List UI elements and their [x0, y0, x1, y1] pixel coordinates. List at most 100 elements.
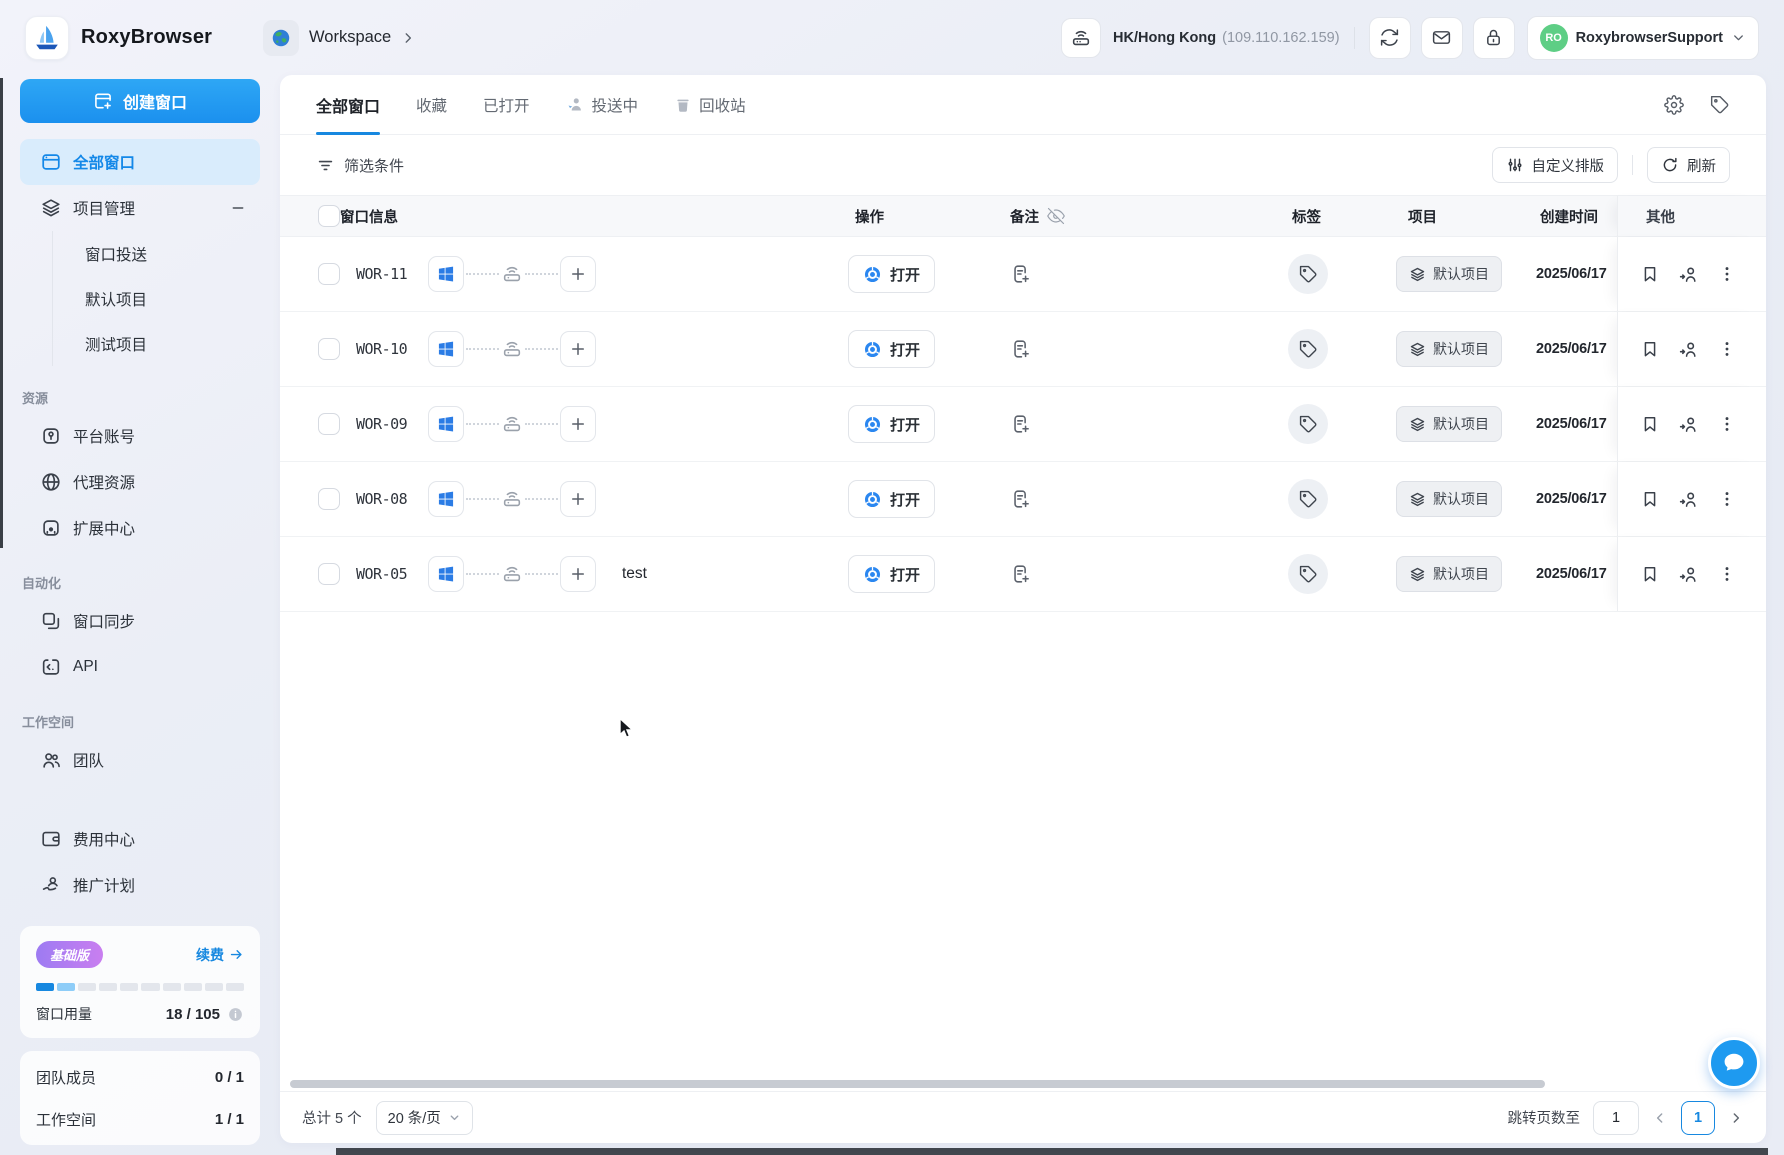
sidebar-item-project-mgmt[interactable]: 项目管理	[20, 185, 260, 231]
lock-button[interactable]	[1472, 16, 1515, 59]
sliders-icon	[1508, 158, 1521, 172]
collapse-minus-icon[interactable]	[230, 200, 246, 216]
project-badge[interactable]: 默认项目	[1396, 256, 1502, 292]
add-proxy-button[interactable]	[560, 331, 596, 367]
sync-button[interactable]	[1368, 16, 1411, 59]
sidebar-item-default-project[interactable]: 默认项目	[53, 276, 260, 321]
sidebar-item-team[interactable]: 团队	[20, 737, 260, 783]
bookmark-icon[interactable]	[1640, 564, 1660, 584]
transfer-user-icon[interactable]	[1678, 339, 1699, 360]
add-proxy-button[interactable]	[560, 481, 596, 517]
renew-link[interactable]: 续费	[196, 945, 244, 965]
transfer-user-icon[interactable]	[1678, 264, 1699, 285]
sidebar-item-platform-accounts[interactable]: 平台账号	[20, 413, 260, 459]
tab-recycle-bin[interactable]: 回收站	[674, 75, 746, 134]
tag-button[interactable]	[1288, 554, 1328, 594]
jump-page-input[interactable]	[1593, 1100, 1639, 1135]
row-checkbox[interactable]	[318, 263, 340, 285]
sidebar-item-all-windows[interactable]: 全部窗口	[20, 139, 260, 185]
add-note-icon[interactable]	[1010, 338, 1032, 360]
col-action: 操作	[855, 209, 884, 226]
page-size-value: 20 条/页	[387, 1111, 441, 1127]
open-window-button[interactable]: 打开	[848, 330, 936, 368]
more-actions-icon[interactable]	[1717, 339, 1737, 359]
messages-button[interactable]	[1420, 16, 1463, 59]
next-page-button[interactable]	[1728, 1110, 1744, 1126]
tag-manage-icon[interactable]	[1710, 95, 1730, 115]
sidebar-item-billing-center[interactable]: 费用中心	[20, 816, 260, 862]
create-window-button[interactable]: 创建窗口	[20, 79, 260, 123]
add-note-icon[interactable]	[1010, 563, 1032, 585]
page-size-select[interactable]: 20 条/页	[375, 1100, 473, 1135]
current-page-button[interactable]: 1	[1681, 1100, 1715, 1135]
project-badge[interactable]: 默认项目	[1396, 331, 1502, 367]
settings-gear-icon[interactable]	[1664, 94, 1684, 115]
sidebar-item-proxy-resources[interactable]: 代理资源	[20, 459, 260, 505]
open-window-button[interactable]: 打开	[848, 255, 936, 293]
bookmark-icon[interactable]	[1640, 489, 1660, 509]
row-checkbox[interactable]	[318, 413, 340, 435]
add-proxy-button[interactable]	[560, 556, 596, 592]
support-chat-button[interactable]	[1708, 1037, 1760, 1089]
tab-label: 收藏	[416, 97, 448, 115]
more-actions-icon[interactable]	[1717, 564, 1737, 584]
proxy-router-icon	[1072, 30, 1090, 45]
chrome-icon	[864, 491, 881, 507]
sidebar-item-extension-center[interactable]: 扩展中心	[20, 505, 260, 551]
more-actions-icon[interactable]	[1717, 264, 1737, 284]
tab-dispatching[interactable]: 投送中	[566, 75, 638, 134]
sidebar-item-window-sync[interactable]: 窗口同步	[20, 598, 260, 644]
tag-button[interactable]	[1288, 329, 1328, 369]
filter-button[interactable]: 筛选条件	[316, 155, 404, 176]
prev-page-button[interactable]	[1652, 1110, 1668, 1126]
horizontal-scrollbar-thumb[interactable]	[290, 1080, 1545, 1088]
info-icon[interactable]	[227, 1006, 244, 1023]
open-window-button[interactable]: 打开	[848, 555, 936, 593]
project-badge[interactable]: 默认项目	[1396, 406, 1502, 442]
more-actions-icon[interactable]	[1717, 489, 1737, 509]
chrome-icon	[864, 566, 881, 582]
select-all-checkbox[interactable]	[318, 205, 340, 227]
tab-favorites[interactable]: 收藏	[416, 75, 447, 134]
open-window-button[interactable]: 打开	[848, 405, 936, 443]
project-badge[interactable]: 默认项目	[1396, 481, 1502, 517]
workspace-breadcrumb[interactable]: Workspace	[263, 19, 415, 56]
connector-dash	[466, 273, 499, 275]
sidebar-item-window-dispatch[interactable]: 窗口投送	[53, 231, 260, 276]
bookmark-icon[interactable]	[1640, 264, 1660, 284]
globe-icon	[42, 473, 60, 491]
tab-all-windows[interactable]: 全部窗口	[316, 75, 381, 135]
row-checkbox[interactable]	[318, 488, 340, 510]
usage-segment	[78, 983, 97, 991]
row-checkbox[interactable]	[318, 338, 340, 360]
add-note-icon[interactable]	[1010, 263, 1032, 285]
add-note-icon[interactable]	[1010, 488, 1032, 510]
project-badge[interactable]: 默认项目	[1396, 556, 1502, 592]
refresh-button[interactable]: 刷新	[1647, 147, 1730, 183]
note-visibility-icon[interactable]	[1047, 207, 1065, 225]
add-proxy-button[interactable]	[560, 406, 596, 442]
sidebar-item-referral-program[interactable]: 推广计划	[20, 862, 260, 908]
transfer-user-icon[interactable]	[1678, 489, 1699, 510]
project-label: 默认项目	[1433, 491, 1489, 507]
add-proxy-button[interactable]	[560, 256, 596, 292]
connector-dash	[466, 498, 499, 500]
transfer-user-icon[interactable]	[1678, 414, 1699, 435]
bookmark-icon[interactable]	[1640, 339, 1660, 359]
custom-layout-button[interactable]: 自定义排版	[1491, 147, 1618, 183]
tag-button[interactable]	[1288, 479, 1328, 519]
tag-button[interactable]	[1288, 254, 1328, 294]
row-checkbox[interactable]	[318, 563, 340, 585]
sidebar-item-test-project[interactable]: 测试项目	[53, 321, 260, 366]
account-menu[interactable]: RO RoxybrowserSupport	[1526, 15, 1759, 60]
open-window-button[interactable]: 打开	[848, 480, 936, 518]
more-actions-icon[interactable]	[1717, 414, 1737, 434]
proxy-detect-button[interactable]	[1061, 17, 1102, 58]
chrome-icon	[864, 266, 881, 282]
tab-opened[interactable]: 已打开	[483, 75, 530, 134]
tag-button[interactable]	[1288, 404, 1328, 444]
transfer-user-icon[interactable]	[1678, 564, 1699, 585]
bookmark-icon[interactable]	[1640, 414, 1660, 434]
add-note-icon[interactable]	[1010, 413, 1032, 435]
sidebar-item-api[interactable]: API	[20, 644, 260, 690]
